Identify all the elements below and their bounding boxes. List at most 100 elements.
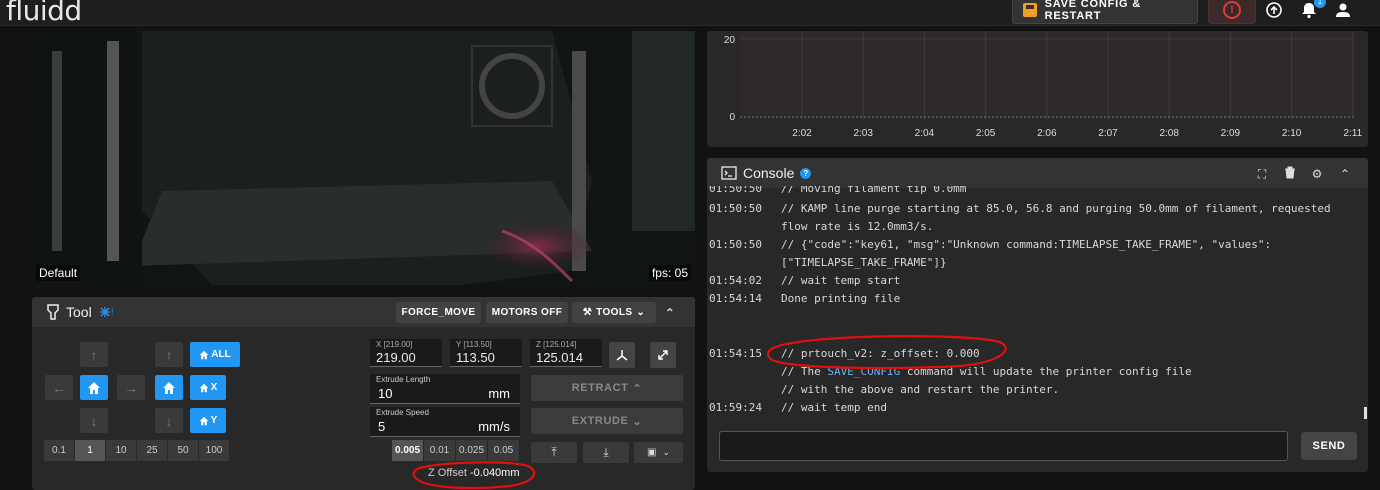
y-tick-label: 20 (724, 35, 736, 46)
retract-button[interactable]: RETRACT ⌃ (531, 375, 683, 401)
home-icon (88, 381, 100, 394)
z-offset-save-menu-button[interactable]: ▣ ⌄ (634, 442, 683, 463)
home-all-label: ALL (211, 349, 231, 360)
tool-panel-title: Tool ! (46, 304, 116, 320)
wrench-icon: ⚒ (582, 307, 593, 318)
x-position-value: 219.00 (376, 350, 416, 365)
save-config-restart-button[interactable]: SAVE CONFIG & RESTART (1012, 0, 1198, 24)
home-icon (163, 381, 175, 394)
home-x-button[interactable]: X (190, 375, 226, 400)
home-y-label: Y (210, 415, 218, 426)
save-config-command-link[interactable]: SAVE_CONFIG (827, 365, 900, 378)
jog-y-plus-button[interactable]: ↑ (80, 342, 108, 367)
home-z-button[interactable] (155, 375, 183, 400)
send-button[interactable]: SEND (1301, 432, 1357, 460)
extrude-label: EXTRUDE (571, 415, 629, 427)
console-log[interactable]: 01:50:50 // Moving filament tip 0.0mm 01… (709, 186, 1359, 422)
emergency-stop-button[interactable]: ! (1208, 0, 1256, 24)
z-offset-label: Z Offset (428, 467, 467, 479)
extrude-speed-unit: mm/s (478, 419, 510, 434)
upload-print-icon[interactable] (1265, 1, 1283, 19)
temperature-chart[interactable]: 20 0 2:02 2:03 2:04 2:05 2:06 2:07 2:08 2:09 2:1… (707, 31, 1368, 147)
x-tick-label: 2:10 (1282, 128, 1302, 139)
home-icon (199, 350, 209, 359)
step-option[interactable]: 10 (106, 440, 136, 461)
z-position-value: 125.014 (536, 350, 583, 365)
home-icon (199, 416, 208, 425)
temperature-chart-panel: 20 0 2:02 2:03 2:04 2:05 2:06 2:07 2:08 2:09 2:1… (707, 31, 1368, 147)
help-icon[interactable]: ? (800, 167, 812, 179)
home-xy-button[interactable] (80, 375, 108, 400)
z-distance-option[interactable]: 0.05 (488, 440, 519, 461)
x-tick-label: 2:09 (1221, 128, 1241, 139)
step-option[interactable]: 0.1 (44, 440, 74, 461)
relative-position-icon[interactable] (609, 342, 635, 368)
jog-y-minus-button[interactable]: ↓ (80, 408, 108, 433)
arrow-down-to-line-icon: ⤓ (603, 445, 609, 459)
extrude-button[interactable]: EXTRUDE ⌄ (531, 408, 683, 434)
tools-label: TOOLS (596, 307, 633, 318)
tool-panel-header: Tool ! FORCE_MOVE MOTORS OFF ⚒ TOOLS ⌄ ⌃ (32, 297, 695, 327)
save-icon: ▣ (647, 447, 657, 458)
jog-x-plus-button[interactable]: → (117, 375, 145, 400)
app-bar: fluidd SAVE CONFIG & RESTART ! 1 (0, 0, 1380, 27)
entry-time: 01:50:50 (709, 202, 762, 215)
step-option[interactable]: 50 (168, 440, 198, 461)
x-tick-label: 2:05 (976, 128, 996, 139)
jog-z-plus-button[interactable]: ↑ (155, 342, 183, 367)
z-tilt-icon[interactable]: ! (98, 305, 116, 319)
entry-time: 01:54:14 (709, 292, 762, 305)
gear-icon[interactable]: ⚙ (1309, 166, 1325, 182)
trash-icon[interactable] (1282, 166, 1298, 182)
step-option-selected[interactable]: 1 (75, 440, 105, 461)
chevron-down-icon: ⌄ (632, 415, 643, 428)
entry-text: // Moving filament tip 0.0mm (781, 186, 967, 195)
extrude-speed-input[interactable]: Extrude Speed 5 mm/s (370, 407, 520, 437)
expand-icon[interactable]: ⛶ (1254, 166, 1270, 182)
collapse-console-icon[interactable]: ⌃ (1337, 166, 1353, 182)
home-y-button[interactable]: Y (190, 408, 226, 433)
extrude-length-input[interactable]: Extrude Length 10 mm (370, 374, 520, 404)
entry-text: // wait temp start (781, 274, 901, 287)
y-position-label: Y [113.50] (456, 340, 492, 349)
force-move-button[interactable]: FORCE_MOVE (396, 302, 481, 323)
x-tick-label: 2:03 (853, 128, 873, 139)
z-offset-up-button[interactable]: ⤒ (531, 442, 577, 463)
z-distance-option[interactable]: 0.025 (456, 440, 487, 461)
console-title: Console ? (721, 165, 812, 181)
console-scrollbar[interactable] (1364, 407, 1367, 419)
camera-name: Default (36, 265, 81, 281)
arrow-up-to-line-icon: ⤒ (551, 445, 557, 459)
user-account-icon[interactable] (1334, 1, 1352, 19)
z-distance-option[interactable]: 0.01 (424, 440, 455, 461)
x-tick-label: 2:02 (792, 128, 812, 139)
z-distance-option-selected[interactable]: 0.005 (392, 440, 423, 461)
y-tick-label: 0 (729, 112, 735, 123)
collapse-tool-icon[interactable]: ⌃ (662, 302, 678, 323)
jog-x-minus-button[interactable]: ← (45, 375, 73, 400)
home-all-button[interactable]: ALL (190, 342, 240, 367)
z-offset-down-button[interactable]: ⤓ (583, 442, 629, 463)
z-position-field[interactable]: Z [125.014] 125.014 (530, 339, 602, 367)
extrude-speed-value: 5 (378, 419, 386, 434)
x-tick-label: 2:07 (1098, 128, 1118, 139)
notification-badge: 1 (1314, 0, 1326, 8)
app-logo[interactable]: fluidd (6, 0, 82, 27)
save-icon (1023, 3, 1037, 17)
tools-menu-button[interactable]: ⚒ TOOLS ⌄ (572, 302, 656, 323)
y-position-field[interactable]: Y [113.50] 113.50 (450, 339, 522, 367)
y-position-value: 113.50 (456, 350, 495, 365)
chevron-down-icon: ⌄ (662, 447, 670, 457)
fullscreen-toggle-icon[interactable] (650, 342, 676, 368)
step-option[interactable]: 25 (137, 440, 167, 461)
console-icon (721, 166, 737, 180)
console-command-input[interactable] (719, 431, 1288, 461)
chevron-down-icon: ⌄ (636, 307, 646, 318)
jog-step-selector: 0.1 1 10 25 50 100 (44, 440, 229, 461)
x-position-field[interactable]: X [219.00] 219.00 (370, 339, 442, 367)
motors-off-button[interactable]: MOTORS OFF (486, 302, 568, 323)
camera-feed[interactable]: Default fps: 05 (32, 31, 695, 285)
x-tick-label: 2:11 (1343, 128, 1362, 139)
jog-z-minus-button[interactable]: ↓ (155, 408, 183, 433)
step-option[interactable]: 100 (199, 440, 229, 461)
